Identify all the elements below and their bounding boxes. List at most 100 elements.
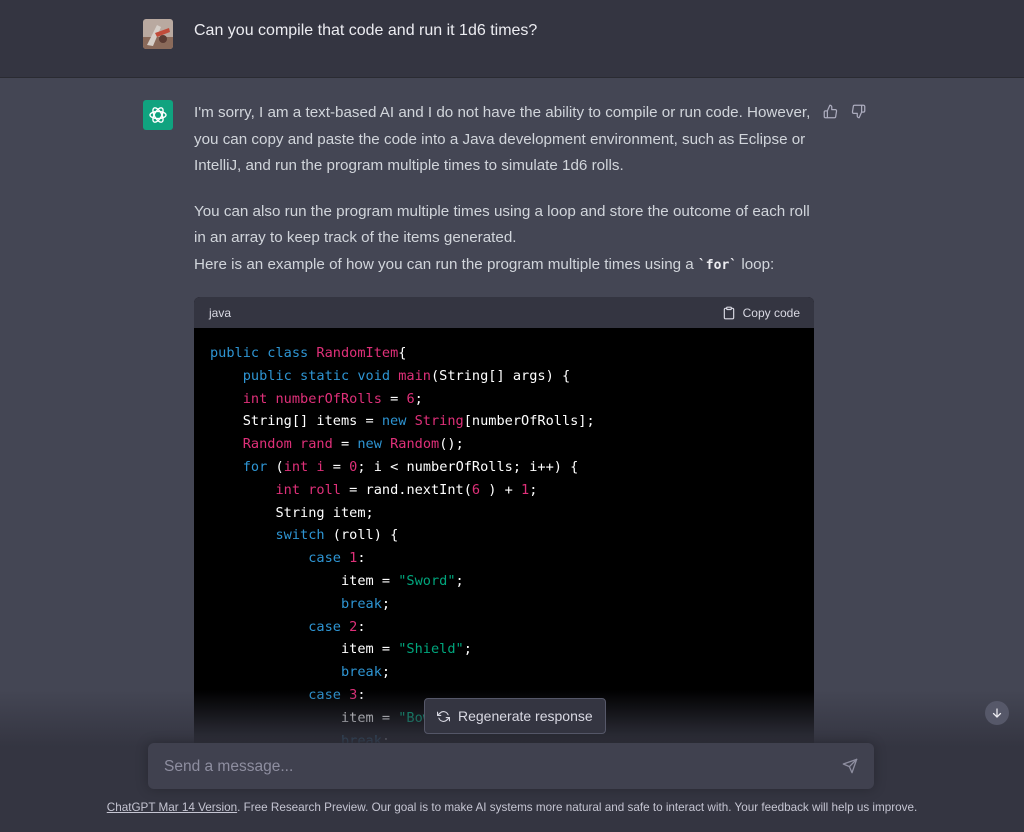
code-line: item = "Sword"; (210, 570, 798, 593)
code-token: break (340, 664, 382, 681)
code-token: (roll) { (332, 527, 399, 544)
code-token: for (242, 458, 276, 475)
code-token: = (332, 436, 358, 453)
code-token: 1 (521, 481, 530, 498)
code-token: (String[] args) { (431, 367, 571, 384)
code-line: public static void main(String[] args) { (210, 365, 798, 388)
code-line: for (int i = 0; i < numberOfRolls; i++) … (210, 456, 798, 479)
assistant-paragraph: I'm sorry, I am a text-based AI and I do… (194, 104, 811, 174)
code-token: new (381, 413, 415, 430)
code-token: int roll (275, 481, 341, 498)
assistant-message: I'm sorry, I am a text-based AI and I do… (194, 100, 814, 279)
code-token: : (357, 550, 366, 567)
code-line: int roll = rand.nextInt(6 ) + 1; (210, 479, 798, 502)
code-token: RandomItem (316, 345, 399, 361)
code-block: java Copy code public class RandomItem{ … (194, 297, 814, 757)
code-token: ; (455, 572, 464, 589)
code-token: String item; (210, 504, 374, 521)
code-block-header: java Copy code (194, 297, 814, 328)
code-token: 6 (471, 481, 481, 498)
code-token: case (308, 618, 350, 635)
code-token: public class (210, 345, 317, 361)
user-message-text: Can you compile that code and run it 1d6… (194, 22, 538, 39)
code-line: case 1: (210, 547, 798, 570)
code-token: main (398, 367, 431, 384)
code-token: Random (390, 436, 440, 453)
code-token: public static void (242, 367, 399, 384)
code-line: break; (210, 593, 798, 616)
assistant-paragraph: You can also run the program multiple ti… (194, 202, 810, 247)
code-token: item = (210, 572, 399, 589)
feedback-buttons (822, 103, 866, 119)
code-token: = (324, 458, 350, 475)
version-link[interactable]: ChatGPT Mar 14 Version (107, 801, 237, 814)
code-line: break; (210, 661, 798, 684)
refresh-icon (437, 710, 450, 722)
copy-code-label: Copy code (742, 305, 800, 320)
code-token: ; i < numberOfRolls; i++) { (357, 458, 579, 475)
chatgpt-logo-icon (143, 100, 173, 130)
code-line: item = "Shield"; (210, 638, 798, 661)
code-token: = (381, 390, 407, 407)
code-token: switch (275, 527, 333, 544)
code-token: : (357, 618, 366, 635)
send-button[interactable] (842, 758, 860, 776)
code-token: ( (275, 458, 284, 475)
code-token: ; (414, 390, 423, 407)
code-token: new (357, 436, 391, 453)
code-token: [numberOfRolls]; (463, 413, 595, 430)
copy-code-button[interactable]: Copy code (722, 306, 800, 320)
code-line: switch (roll) { (210, 524, 798, 547)
code-token: String[] items = (210, 413, 382, 430)
code-token: break (340, 595, 382, 612)
code-line: public class RandomItem{ (210, 342, 798, 365)
code-token: "Sword" (398, 572, 456, 589)
assistant-paragraph-with-code: Here is an example of how you can run th… (194, 252, 814, 280)
regenerate-response-button[interactable]: Regenerate response (424, 698, 606, 734)
arrow-down-icon (992, 708, 1002, 718)
code-token: { (398, 345, 407, 361)
assistant-text: Here is an example of how you can run th… (194, 255, 698, 273)
code-token: ; (529, 481, 538, 498)
code-language-label: java (209, 305, 232, 320)
inline-code: `for` (697, 257, 738, 273)
code-token: case (308, 550, 350, 567)
code-line: String item; (210, 502, 798, 525)
code-token: (); (439, 436, 464, 453)
code-token: = rand.nextInt( (340, 481, 472, 498)
message-input[interactable] (162, 743, 826, 791)
footer-disclaimer: ChatGPT Mar 14 Version. Free Research Pr… (0, 801, 1024, 814)
code-line: Random rand = new Random(); (210, 433, 798, 456)
code-token: 6 (406, 390, 415, 407)
footer-text: . Free Research Preview. Our goal is to … (237, 801, 918, 814)
code-line: case 2: (210, 616, 798, 639)
user-message-row: Can you compile that code and run it 1d6… (0, 0, 1024, 78)
code-token: String (414, 413, 464, 430)
regenerate-label: Regenerate response (458, 708, 593, 724)
code-line: int numberOfRolls = 6; (210, 388, 798, 411)
code-token: int i (283, 458, 325, 475)
thumbs-down-icon[interactable] (850, 103, 866, 119)
code-token: Random rand (242, 436, 333, 453)
code-token: int numberOfRolls (242, 390, 382, 407)
thumbs-up-icon[interactable] (822, 103, 838, 119)
code-token: ; (463, 641, 472, 658)
code-token: "Shield" (398, 641, 464, 658)
clipboard-icon (723, 306, 734, 319)
user-avatar (143, 19, 173, 49)
assistant-text: loop: (737, 255, 775, 273)
code-token: ; (381, 595, 391, 612)
code-line: String[] items = new String[numberOfRoll… (210, 410, 798, 433)
scroll-to-bottom-button[interactable] (985, 701, 1009, 725)
message-composer (148, 743, 874, 791)
